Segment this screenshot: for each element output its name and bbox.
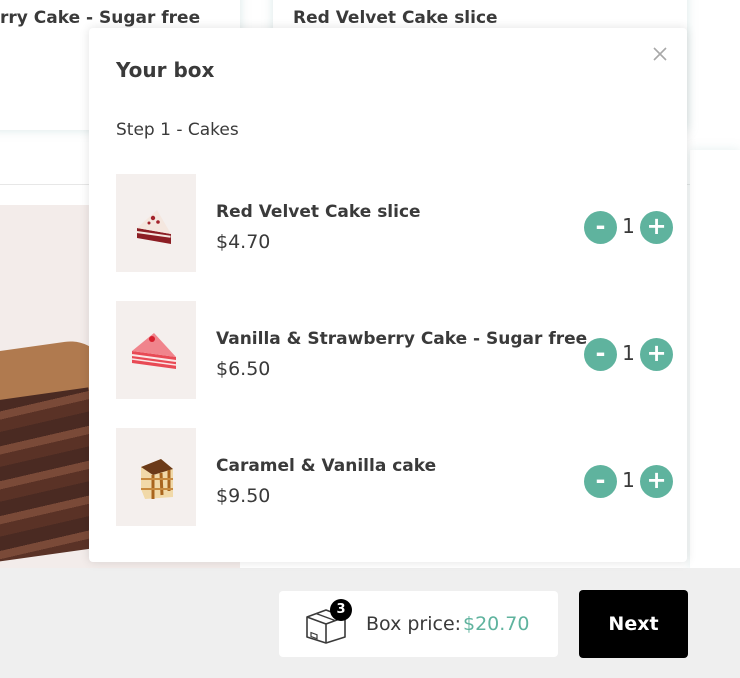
item-thumbnail — [116, 301, 196, 399]
next-button[interactable]: Next — [579, 590, 688, 658]
quantity-stepper: - 1 + — [584, 338, 676, 372]
background-card-title: Red Velvet Cake slice — [293, 8, 498, 28]
item-price: $6.50 — [216, 358, 271, 380]
box-price-label: Box price: — [366, 613, 462, 635]
step-label: Step 1 - Cakes — [116, 120, 239, 140]
quantity-value: 1 — [622, 214, 635, 238]
box-item: Vanilla & Strawberry Cake - Sugar free $… — [116, 301, 676, 399]
increase-quantity-button[interactable]: + — [640, 465, 673, 498]
box-price-value: $20.70 — [463, 613, 530, 635]
decrease-quantity-button[interactable]: - — [584, 465, 617, 498]
quantity-value: 1 — [622, 468, 635, 492]
background-side-panel — [690, 150, 740, 570]
box-item: Red Velvet Cake slice $4.70 - 1 + — [116, 174, 676, 272]
box-count-badge: 3 — [330, 599, 352, 621]
item-price: $9.50 — [216, 485, 271, 507]
item-name: Caramel & Vanilla cake — [216, 456, 437, 476]
background-card-title: rry Cake - Sugar free — [0, 8, 201, 28]
increase-quantity-button[interactable]: + — [640, 338, 673, 371]
your-box-modal: Your box Step 1 - Cakes Red Velvet Cake … — [89, 28, 687, 562]
decrease-quantity-button[interactable]: - — [584, 338, 617, 371]
item-name: Vanilla & Strawberry Cake - Sugar free — [216, 329, 588, 349]
quantity-stepper: - 1 + — [584, 465, 676, 499]
box-item: Caramel & Vanilla cake $9.50 - 1 + — [116, 428, 676, 526]
close-icon[interactable] — [649, 43, 671, 65]
item-thumbnail — [116, 428, 196, 526]
quantity-stepper: - 1 + — [584, 211, 676, 245]
increase-quantity-button[interactable]: + — [640, 211, 673, 244]
item-price: $4.70 — [216, 231, 271, 253]
item-thumbnail — [116, 174, 196, 272]
box-price-panel[interactable]: 3 Box price: $20.70 — [279, 591, 558, 657]
item-name: Red Velvet Cake slice — [216, 202, 421, 222]
decrease-quantity-button[interactable]: - — [584, 211, 617, 244]
modal-title: Your box — [116, 58, 215, 82]
quantity-value: 1 — [622, 341, 635, 365]
